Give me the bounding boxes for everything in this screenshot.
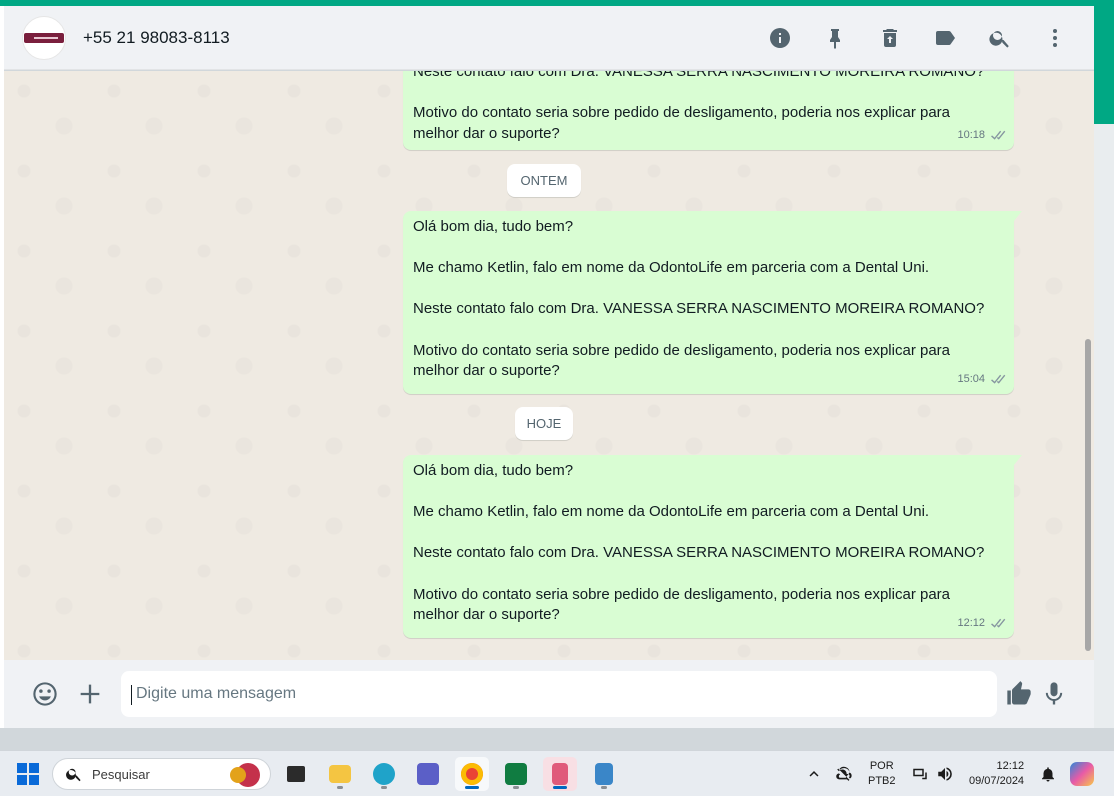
- cloud-off-icon[interactable]: [835, 751, 853, 796]
- message-text: Me chamo Ketlin, falo em nome da OdontoL…: [413, 259, 930, 277]
- date-chip: ONTEM: [507, 164, 581, 197]
- chrome-icon[interactable]: [455, 757, 489, 791]
- search-icon[interactable]: [987, 25, 1013, 51]
- language-code: POR: [869, 760, 894, 772]
- message-meta: 12:12: [957, 613, 1006, 634]
- message-text: Motivo do contato seria sobre pedido de …: [413, 104, 950, 122]
- avatar-logo: [24, 32, 64, 43]
- message-text: Olá bom dia, tudo bem?: [413, 218, 574, 235]
- message-meta: 15:04: [957, 369, 1006, 390]
- chat-header: +55 21 98083-8113: [4, 6, 1094, 70]
- taskbar: Pesquisar POR PTB2 12:12 09/07/2024: [0, 750, 1114, 796]
- file-explorer-icon[interactable]: [323, 757, 357, 791]
- background-strip: [1094, 124, 1114, 750]
- message-input[interactable]: [121, 671, 997, 717]
- message-text: melhor dar o suporte?: [413, 124, 560, 142]
- date-chip: HOJE: [515, 407, 573, 440]
- plus-icon[interactable]: [74, 678, 106, 710]
- message-text: melhor dar o suporte?: [413, 362, 560, 380]
- header-actions: [738, 25, 1068, 51]
- windows-start-icon[interactable]: [17, 763, 39, 785]
- double-check-icon: [989, 130, 1006, 141]
- volume-icon[interactable]: [936, 751, 954, 796]
- clock-date: 09/07/2024: [969, 775, 1025, 787]
- message-text: melhor dar o suporte?: [413, 606, 560, 624]
- message-list[interactable]: Neste contato falo com Dra. VANESSA SERR…: [4, 71, 1094, 660]
- delete-icon[interactable]: [877, 25, 903, 51]
- message-bubble[interactable]: Neste contato falo com Dra. VANESSA SERR…: [403, 71, 1014, 150]
- message-composer: [4, 660, 1094, 728]
- pin-icon[interactable]: [822, 25, 848, 51]
- message-bubble[interactable]: Olá bom dia, tudo bem? Me chamo Ketlin, …: [403, 211, 1022, 394]
- message-text: Motivo do contato seria sobre pedido de …: [413, 341, 950, 359]
- clock[interactable]: 12:12 09/07/2024: [969, 751, 1024, 796]
- clock-time: 12:12: [996, 760, 1025, 772]
- contact-name[interactable]: +55 21 98083-8113: [83, 28, 230, 48]
- taskbar-search[interactable]: Pesquisar: [52, 758, 271, 790]
- message-time: 10:18: [957, 129, 985, 142]
- teams-icon[interactable]: [411, 757, 445, 791]
- snipping-tool-icon[interactable]: [543, 757, 577, 791]
- avatar[interactable]: [22, 15, 66, 60]
- tray-chevron-icon[interactable]: [805, 751, 823, 796]
- notepad-icon[interactable]: [587, 757, 621, 791]
- network-icon[interactable]: [911, 751, 929, 796]
- label-icon[interactable]: [932, 25, 958, 51]
- text-cursor: [131, 685, 132, 705]
- message-time: 12:12: [957, 617, 985, 630]
- copilot-icon[interactable]: [1070, 751, 1094, 796]
- background-accent-strip: [1094, 6, 1114, 124]
- message-bubble[interactable]: Olá bom dia, tudo bem? Me chamo Ketlin, …: [403, 455, 1022, 638]
- info-icon[interactable]: [767, 25, 793, 51]
- microphone-icon[interactable]: [1038, 678, 1070, 710]
- message-text: Motivo do contato seria sobre pedido de …: [413, 585, 950, 603]
- message-text: Neste contato falo com Dra. VANESSA SERR…: [413, 71, 985, 80]
- message-text: Neste contato falo com Dra. VANESSA SERR…: [413, 544, 985, 562]
- menu-icon[interactable]: [1042, 25, 1068, 51]
- search-label: Pesquisar: [92, 766, 150, 782]
- message-text: Neste contato falo com Dra. VANESSA SERR…: [413, 300, 985, 318]
- excel-icon[interactable]: [499, 757, 533, 791]
- message-text: Me chamo Ketlin, falo em nome da OdontoL…: [413, 503, 930, 521]
- double-check-icon: [989, 618, 1006, 629]
- message-text: Olá bom dia, tudo bem?: [413, 462, 574, 479]
- double-check-icon: [989, 374, 1006, 385]
- language-indicator[interactable]: POR PTB2: [868, 751, 896, 796]
- scrollbar-thumb[interactable]: [1085, 339, 1091, 651]
- edge-icon[interactable]: [367, 757, 401, 791]
- emoji-icon[interactable]: [29, 678, 61, 710]
- window-bottom-edge: [0, 728, 1114, 750]
- message-meta: 10:18: [957, 125, 1006, 146]
- task-view-icon[interactable]: [279, 757, 313, 791]
- keyboard-layout: PTB2: [868, 775, 896, 787]
- message-time: 15:04: [957, 373, 985, 386]
- search-highlight-icon: [230, 763, 260, 787]
- search-icon: [66, 768, 81, 782]
- thumbs-up-icon[interactable]: [1003, 678, 1035, 710]
- notification-bell-icon[interactable]: [1039, 751, 1057, 796]
